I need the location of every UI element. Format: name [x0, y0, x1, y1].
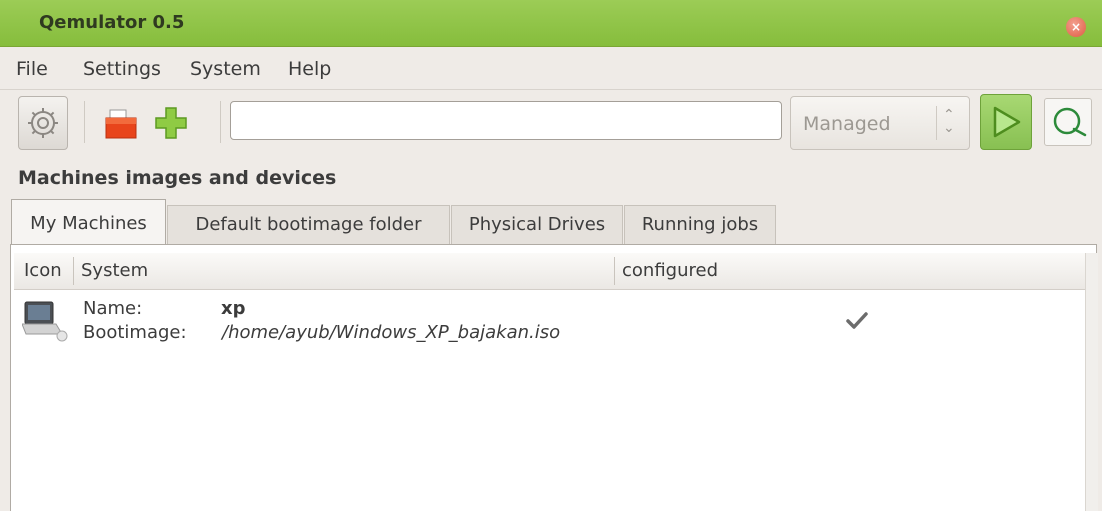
tab-default-bootimage-folder[interactable]: Default bootimage folder: [167, 205, 450, 244]
toolbar-separator: [84, 101, 85, 143]
toolbar-separator: [220, 101, 221, 143]
section-title: Machines images and devices: [18, 167, 337, 189]
menu-bar: File Settings System Help: [0, 47, 1102, 90]
bootimage-path: /home/ayub/Windows_XP_bajakan.iso: [222, 322, 561, 343]
window-title: Qemulator 0.5: [39, 12, 185, 33]
path-input[interactable]: [230, 101, 782, 140]
open-folder-icon: [105, 109, 137, 139]
play-icon: [993, 106, 1021, 138]
run-button[interactable]: [980, 94, 1032, 150]
bootimage-label: Bootimage:: [83, 322, 187, 343]
search-monitor-icon: [1053, 107, 1087, 137]
column-configured[interactable]: configured: [622, 260, 718, 281]
mode-select-value: Managed: [803, 113, 891, 135]
tab-physical-drives[interactable]: Physical Drives: [451, 205, 623, 244]
mode-select[interactable]: Managed ⌃ ⌄: [790, 96, 970, 150]
settings-button[interactable]: [18, 96, 68, 150]
tab-running-jobs[interactable]: Running jobs: [624, 205, 776, 244]
tab-my-machines[interactable]: My Machines: [11, 199, 166, 244]
checkmark-icon: [846, 312, 868, 329]
add-machine-button[interactable]: [150, 96, 192, 148]
close-icon[interactable]: ×: [1066, 17, 1086, 37]
updown-arrow-icon: ⌃ ⌄: [943, 107, 955, 136]
menu-system[interactable]: System: [190, 58, 261, 80]
menu-help[interactable]: Help: [288, 58, 331, 80]
open-button[interactable]: [100, 96, 142, 148]
title-bar: Qemulator 0.5 ×: [0, 0, 1102, 47]
table-header: Icon System configured: [14, 253, 1097, 290]
combo-divider: [936, 106, 937, 140]
name-label: Name:: [83, 298, 143, 319]
monitor-button[interactable]: [1044, 98, 1092, 146]
gear-icon: [28, 108, 58, 138]
add-icon: [155, 107, 187, 139]
column-separator: [614, 257, 615, 285]
column-icon[interactable]: Icon: [24, 260, 62, 281]
column-system[interactable]: System: [81, 260, 148, 281]
menu-settings[interactable]: Settings: [83, 58, 161, 80]
machine-name: xp: [221, 298, 246, 319]
column-separator: [73, 257, 74, 285]
menu-file[interactable]: File: [16, 58, 48, 80]
computer-icon: [22, 301, 68, 342]
vertical-scrollbar[interactable]: [1085, 253, 1098, 511]
